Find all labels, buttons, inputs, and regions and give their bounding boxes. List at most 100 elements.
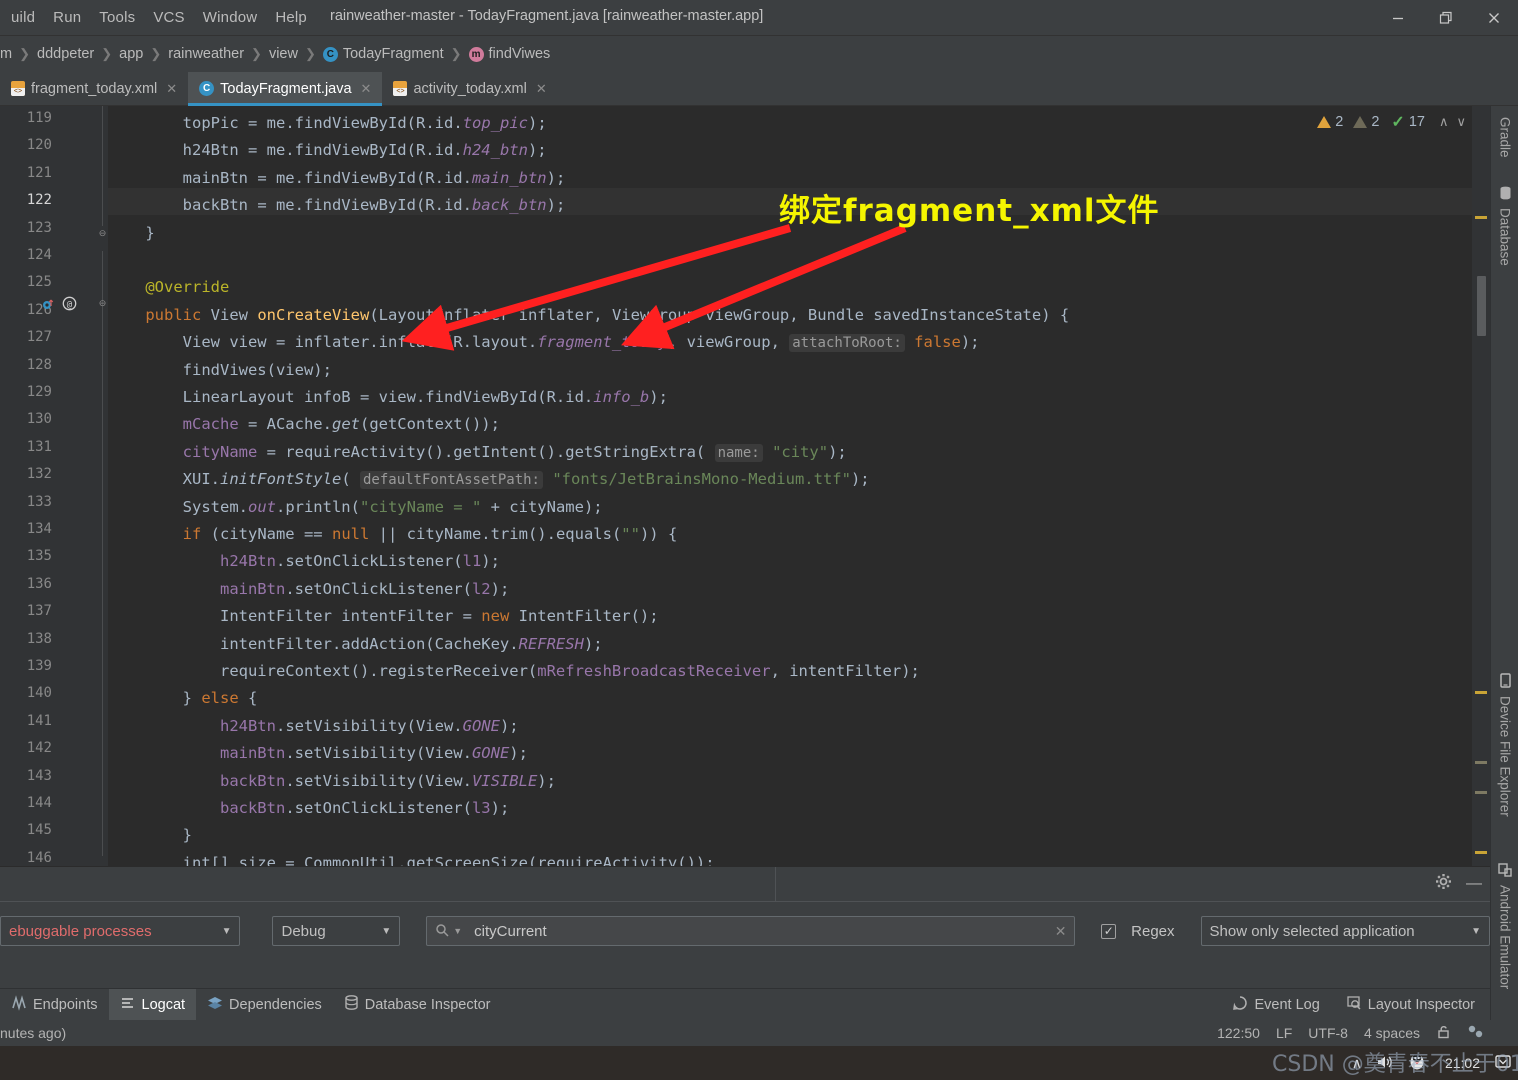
tool-window-endpoints[interactable]: Endpoints	[0, 989, 109, 1021]
code-line[interactable]: mainBtn.setOnClickListener(l2);	[108, 576, 509, 603]
code-token: intentFilter.addAction(CacheKey.	[108, 634, 519, 653]
code-line[interactable]: XUI.initFontStyle( defaultFontAssetPath:…	[108, 466, 870, 494]
menu-item-vcs[interactable]: VCS	[144, 5, 193, 30]
code-line[interactable]: public View onCreateView(LayoutInflater …	[108, 302, 1069, 329]
code-line[interactable]: h24Btn.setOnClickListener(l1);	[108, 548, 500, 575]
breadcrumb-item-module[interactable]: m	[0, 46, 12, 62]
code-line[interactable]: @Override	[108, 274, 229, 301]
tool-window-database-inspector[interactable]: Database Inspector	[333, 989, 502, 1021]
code-token: );	[649, 388, 668, 406]
line-separator[interactable]: LF	[1276, 1025, 1292, 1041]
code-line[interactable]: mainBtn.setVisibility(View.GONE);	[108, 740, 528, 767]
editor-gutter[interactable]: 119 120 121 122 123 124 125 126 127 128 129 130 131 1…	[0, 106, 108, 866]
scope-selector-label: Show only selected application	[1209, 922, 1415, 940]
restore-button[interactable]	[1422, 0, 1470, 36]
code-line[interactable]: mCache = ACache.get(getContext());	[108, 411, 500, 438]
code-line[interactable]: intentFilter.addAction(CacheKey.REFRESH)…	[108, 631, 603, 658]
code-line[interactable]: h24Btn = me.findViewById(R.id.h24_btn);	[108, 137, 547, 164]
scope-selector[interactable]: Show only selected application ▼	[1200, 916, 1490, 946]
vcs-branch-icon[interactable]	[1467, 1024, 1484, 1042]
menu-item-build[interactable]: uild	[2, 5, 44, 30]
code-line[interactable]: System.out.println("cityName = " + cityN…	[108, 494, 603, 521]
menu-item-help[interactable]: Help	[266, 5, 316, 30]
run-gutter-icon[interactable]	[42, 297, 55, 316]
weak-warning-marker[interactable]	[1475, 791, 1487, 794]
weak-warning-marker[interactable]	[1475, 761, 1487, 764]
tool-window-event-log[interactable]: Event Log	[1221, 989, 1330, 1021]
code-line[interactable]: }	[108, 822, 192, 849]
code-line[interactable]: int[] size = CommonUtil.getScreenSize(re…	[108, 850, 715, 866]
code-editor[interactable]: 119 120 121 122 123 124 125 126 127 128 129 130 131 1…	[0, 106, 1490, 866]
code-token: REFRESH	[518, 634, 584, 653]
code-line[interactable]: requireContext().registerReceiver(mRefre…	[108, 658, 920, 685]
menu-item-window[interactable]: Window	[194, 5, 267, 30]
code-line[interactable]: mainBtn = me.findViewById(R.id.main_btn)…	[108, 165, 566, 192]
tool-window-label: Database	[1497, 208, 1513, 266]
warning-marker[interactable]	[1475, 851, 1487, 854]
override-gutter-icon[interactable]: @	[62, 296, 77, 316]
code-line[interactable]: backBtn = me.findViewById(R.id.back_btn)…	[108, 192, 566, 219]
unlocked-icon[interactable]	[1436, 1024, 1451, 1042]
code-line[interactable]: IntentFilter intentFilter = new IntentFi…	[108, 603, 659, 630]
code-line[interactable]: backBtn.setVisibility(View.VISIBLE);	[108, 768, 556, 795]
code-line[interactable]: }	[108, 220, 154, 247]
window-title-bar: uild Run Tools VCS Window Help rainweath…	[0, 0, 1518, 36]
process-selector[interactable]: ebuggable processes ▼	[0, 916, 241, 946]
chevron-down-icon: ▼	[1471, 925, 1481, 937]
breadcrumb-item-todayfragment[interactable]: C TodayFragment	[322, 46, 444, 62]
tab-fragment-today-xml[interactable]: fragment_today.xml ✕	[0, 72, 188, 105]
warning-marker[interactable]	[1475, 216, 1487, 219]
code-line[interactable]: } else {	[108, 685, 258, 712]
tool-window-device-file-explorer[interactable]: Device File Explorer	[1491, 668, 1518, 817]
code-line[interactable]: h24Btn.setVisibility(View.GONE);	[108, 713, 519, 740]
code-line[interactable]: cityName = requireActivity().getIntent()…	[108, 439, 847, 467]
tool-window-android-emulator[interactable]: Android Emulator	[1491, 858, 1518, 989]
close-button[interactable]	[1470, 0, 1518, 36]
log-level-selector[interactable]: Debug ▼	[272, 916, 401, 946]
caret-position[interactable]: 122:50	[1217, 1025, 1260, 1041]
fold-handle[interactable]: ⊖	[97, 228, 108, 239]
editor-marker-gutter[interactable]	[1472, 106, 1490, 866]
menu-item-run[interactable]: Run	[44, 5, 90, 30]
code-token: null	[331, 525, 379, 543]
status-bar: nutes ago) 122:50 LF UTF-8 4 spaces	[0, 1020, 1490, 1046]
tool-window-layout-inspector[interactable]: Layout Inspector	[1335, 989, 1486, 1021]
previous-problem-icon[interactable]: ∧	[1437, 114, 1451, 130]
tool-window-gradle[interactable]: Gradle	[1491, 112, 1518, 158]
regex-checkbox[interactable]: ✓	[1101, 923, 1117, 939]
breadcrumb-item-app[interactable]: app	[119, 46, 143, 62]
file-encoding[interactable]: UTF-8	[1308, 1025, 1348, 1041]
tool-window-logcat[interactable]: Logcat	[108, 988, 197, 1021]
tool-window-database[interactable]: Database	[1491, 181, 1518, 266]
gear-icon[interactable]	[1435, 873, 1452, 895]
minimize-button[interactable]	[1374, 0, 1422, 36]
tab-activity-today-xml[interactable]: activity_today.xml ✕	[382, 72, 557, 105]
clear-search-icon[interactable]: ✕	[1055, 923, 1067, 940]
next-problem-icon[interactable]: ∨	[1454, 114, 1468, 130]
code-line[interactable]: View view = inflater.inflate(R.layout.fr…	[108, 329, 980, 357]
indent-setting[interactable]: 4 spaces	[1364, 1025, 1420, 1041]
tool-window-dependencies[interactable]: Dependencies	[196, 989, 333, 1021]
breadcrumb-item-rainweather[interactable]: rainweather	[168, 46, 244, 62]
breadcrumb-item-view[interactable]: view	[269, 46, 298, 62]
menu-item-tools[interactable]: Tools	[90, 5, 144, 30]
code-line[interactable]: backBtn.setOnClickListener(l3);	[108, 795, 509, 822]
code-line[interactable]: topPic = me.findViewById(R.id.top_pic);	[108, 110, 547, 137]
code-line[interactable]: if (cityName == null || cityName.trim().…	[108, 521, 678, 548]
inspection-status-widget[interactable]: 2 2 ✓ 17 ∧ ∨	[1317, 112, 1468, 132]
minimize-panel-icon[interactable]: —	[1466, 875, 1482, 893]
gutter-icons[interactable]: @	[42, 296, 77, 316]
tool-window-label: Event Log	[1254, 997, 1320, 1013]
tab-todayfragment-java[interactable]: C TodayFragment.java ✕	[188, 72, 383, 106]
fold-handle[interactable]: ⊖	[97, 298, 108, 309]
logcat-search-input[interactable]: ▼ cityCurrent ✕	[426, 916, 1076, 946]
close-tab-icon[interactable]: ✕	[166, 81, 177, 97]
editor-scrollbar-thumb[interactable]	[1477, 276, 1486, 336]
code-line[interactable]: findViwes(view);	[108, 357, 332, 384]
code-line[interactable]: LinearLayout infoB = view.findViewById(R…	[108, 384, 668, 411]
breadcrumb-item-dddpeter[interactable]: dddpeter	[37, 46, 94, 62]
breadcrumb-item-findviwes[interactable]: m findViwes	[468, 46, 550, 62]
close-tab-icon[interactable]: ✕	[361, 81, 372, 97]
close-tab-icon[interactable]: ✕	[536, 81, 547, 97]
warning-marker[interactable]	[1475, 691, 1487, 694]
